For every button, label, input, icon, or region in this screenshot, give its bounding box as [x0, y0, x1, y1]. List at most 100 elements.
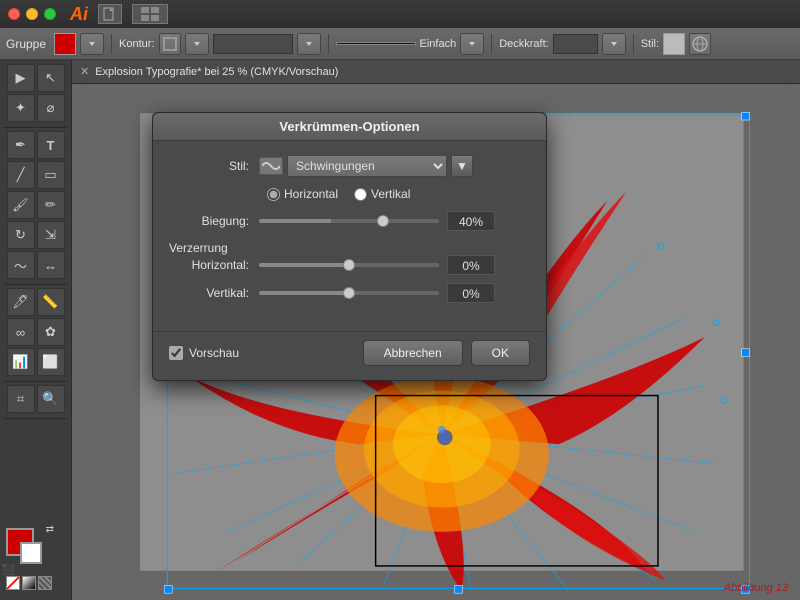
gradient-box[interactable] [22, 576, 36, 590]
pen-tool[interactable]: ✒ [7, 131, 35, 159]
color-reset-icon[interactable]: ⬛ [2, 565, 14, 576]
separator-4 [633, 34, 634, 54]
canvas-area[interactable]: ✕ Explosion Typografie* bei 25 % (CMYK/V… [72, 60, 800, 600]
stroke-style-button[interactable] [460, 33, 484, 55]
verzerrung-label: Verzerrung [169, 241, 228, 255]
line-tool[interactable]: ╱ [7, 161, 35, 189]
lasso-tool[interactable]: ⌀ [37, 94, 65, 122]
deckkraft-label: Deckkraft: [499, 38, 549, 50]
tool-sep-4 [4, 418, 67, 419]
tool-sep-3 [4, 381, 67, 382]
dialog-footer: Vorschau Abbrechen OK [153, 331, 546, 380]
rotate-tool[interactable]: ↻ [7, 221, 35, 249]
abbrechen-button[interactable]: Abbrechen [363, 340, 463, 366]
biegung-slider-wrapper: 40% [259, 211, 530, 231]
magic-wand-tool[interactable]: ✦ [7, 94, 35, 122]
kontur-color-button[interactable] [159, 33, 181, 55]
stil-dropdown-arrow[interactable]: ▼ [451, 155, 473, 177]
background-color[interactable] [20, 542, 42, 564]
minimize-button[interactable] [26, 8, 38, 20]
width-tool[interactable]: ↔ [37, 251, 65, 279]
horizontal-dist-slider-wrapper: 0% [259, 255, 530, 275]
vorschau-label: Vorschau [189, 346, 239, 360]
vertikal-radio-label[interactable]: Vertikal [354, 187, 410, 201]
close-button[interactable] [8, 8, 20, 20]
artboard-tool[interactable]: ⬜ [37, 348, 65, 376]
vorschau-row: Vorschau [169, 346, 239, 360]
tool-row-2: ✦ ⌀ [0, 94, 71, 122]
kontur-value-input[interactable] [213, 34, 293, 54]
color-swap-icon[interactable]: ⇄ [46, 524, 54, 535]
stil-select-wrapper: Schwingungen Bogen Ausbeulen ▼ [259, 155, 473, 177]
paintbrush-tool[interactable]: 🖌 [7, 191, 35, 219]
symbol-tool[interactable]: ✿ [37, 318, 65, 346]
stil-icon [259, 157, 283, 175]
stil-label: Stil: [641, 38, 659, 50]
select-tool[interactable]: ▶ [7, 64, 35, 92]
app-logo: Ai [70, 4, 88, 25]
fill-options-button[interactable] [80, 33, 104, 55]
dialog-titlebar: Verkrümmen-Optionen [153, 113, 546, 141]
stil-box[interactable] [663, 33, 685, 55]
horizontal-dist-value: 0% [447, 255, 495, 275]
maximize-button[interactable] [44, 8, 56, 20]
type-tool[interactable]: T [37, 131, 65, 159]
direct-select-tool[interactable]: ↖ [37, 64, 65, 92]
kontur-unit-button[interactable] [297, 33, 321, 55]
warp-tool[interactable]: 〜 [7, 251, 35, 279]
doc-tab-title: Explosion Typografie* bei 25 % (CMYK/Vor… [95, 66, 338, 78]
scale-tool[interactable]: ⇲ [37, 221, 65, 249]
warp-dialog: Verkrümmen-Optionen Stil: Schwingungen B… [152, 112, 547, 381]
separator-2 [328, 34, 329, 54]
gruppe-label: Gruppe [6, 37, 46, 51]
vorschau-checkbox[interactable] [169, 346, 183, 360]
doc-tab-close[interactable]: ✕ [80, 65, 89, 78]
deckkraft-input[interactable]: 100% [553, 34, 598, 54]
tool-sep-2 [4, 284, 67, 285]
einfach-label: Einfach [420, 38, 457, 50]
vertikal-dist-value: 0% [447, 283, 495, 303]
stroke-style [336, 42, 416, 45]
rect-tool[interactable]: ▭ [37, 161, 65, 189]
horizontal-radio-text: Horizontal [284, 187, 338, 201]
canvas-content[interactable]: Verkrümmen-Optionen Stil: Schwingungen B… [72, 84, 800, 600]
horizontal-radio-label[interactable]: Horizontal [267, 187, 338, 201]
tool-row-5: 🖌 ✏ [0, 191, 71, 219]
document-tab: ✕ Explosion Typografie* bei 25 % (CMYK/V… [72, 60, 800, 84]
deckkraft-button[interactable] [602, 33, 626, 55]
slice-tool[interactable]: ⌗ [7, 385, 35, 413]
titlebar: Ai [0, 0, 800, 28]
fill-color-box[interactable] [54, 33, 76, 55]
stil-row-label: Stil: [169, 159, 249, 173]
eyedropper-tool[interactable]: 🖊 [7, 288, 35, 316]
ok-button[interactable]: OK [471, 340, 530, 366]
measure-tool[interactable]: 📏 [37, 288, 65, 316]
biegung-row: Biegung: 40% [169, 211, 530, 231]
horizontal-radio[interactable] [267, 188, 280, 201]
vertikal-radio[interactable] [354, 188, 367, 201]
no-color-box[interactable] [6, 576, 20, 590]
pattern-box[interactable] [38, 576, 52, 590]
pencil-tool[interactable]: ✏ [37, 191, 65, 219]
view-options-button[interactable] [132, 4, 168, 24]
biegung-slider[interactable] [259, 219, 439, 223]
tool-row-10: 📊 ⬜ [0, 348, 71, 376]
blend-tool[interactable]: ∞ [7, 318, 35, 346]
horizontal-dist-row: Horizontal: 0% [169, 255, 530, 275]
tool-row-6: ↻ ⇲ [0, 221, 71, 249]
vertikal-radio-text: Vertikal [371, 187, 410, 201]
kontur-options-button[interactable] [185, 33, 209, 55]
kontur-label: Kontur: [119, 38, 154, 50]
column-graph-tool[interactable]: 📊 [7, 348, 35, 376]
tool-row-11: ⌗ 🔍 [0, 385, 71, 413]
orientation-radio-group: Horizontal Vertikal [267, 187, 410, 201]
zoom-tool[interactable]: 🔍 [37, 385, 65, 413]
orientation-row: Horizontal Vertikal [169, 187, 530, 201]
vertikal-dist-slider[interactable] [259, 291, 439, 295]
document-icon[interactable] [98, 4, 122, 24]
horizontal-dist-slider[interactable] [259, 263, 439, 267]
watermark: Abbildung 13 [724, 582, 788, 594]
world-button[interactable] [689, 33, 711, 55]
tool-row-4: ╱ ▭ [0, 161, 71, 189]
stil-select[interactable]: Schwingungen Bogen Ausbeulen [287, 155, 447, 177]
